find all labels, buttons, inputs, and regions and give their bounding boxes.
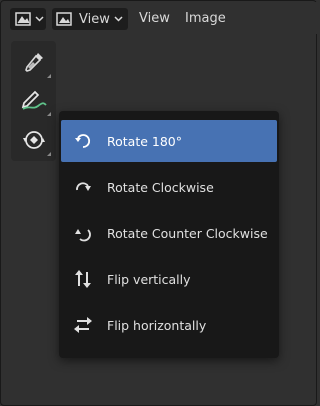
- view-mode-selector[interactable]: View: [52, 8, 128, 30]
- annotate-pencil-icon: [21, 90, 47, 110]
- tool-options-corner-icon: [47, 152, 51, 156]
- rotate-counter-clockwise-icon: [75, 229, 91, 242]
- menu-item-flip-horizontally[interactable]: Flip horizontally: [61, 304, 277, 346]
- chevron-down-icon: [114, 16, 123, 22]
- menu-image[interactable]: Image: [185, 11, 226, 26]
- menu-view[interactable]: View: [139, 11, 170, 26]
- chevron-down-icon: [35, 16, 44, 22]
- menu-item-label: Flip horizontally: [107, 317, 207, 333]
- rotate-flip-menu: Rotate 180° Rotate Clockwise Rotate Coun…: [59, 111, 279, 358]
- tool-transform[interactable]: [13, 121, 54, 159]
- tool-options-corner-icon: [47, 74, 51, 78]
- image-view-icon: [56, 12, 72, 26]
- image-editor-area: View View Image Rotate 180° Rotate Clock…: [0, 0, 317, 406]
- image-editor-icon: [15, 12, 31, 26]
- menu-item-label: Flip vertically: [107, 271, 191, 287]
- flip-horizontal-icon: [74, 317, 92, 333]
- menu-item-label: Rotate 180°: [107, 133, 183, 149]
- menu-item-rotate-180[interactable]: Rotate 180°: [61, 120, 277, 162]
- menu-item-rotate-clockwise[interactable]: Rotate Clockwise: [61, 166, 277, 208]
- view-mode-label: View: [79, 11, 110, 27]
- tool-options-corner-icon: [47, 112, 51, 116]
- menu-item-rotate-counter-clockwise[interactable]: Rotate Counter Clockwise: [61, 212, 277, 254]
- menu-item-flip-vertically[interactable]: Flip vertically: [61, 258, 277, 300]
- tool-annotate[interactable]: [13, 81, 54, 119]
- sample-eyedropper-icon: [24, 53, 43, 72]
- rotate-clockwise-icon: [76, 182, 91, 191]
- tool-sample[interactable]: [13, 43, 54, 81]
- editor-type-selector[interactable]: [10, 8, 46, 30]
- toolbar: [11, 41, 56, 161]
- rotate-180-icon: [75, 134, 91, 148]
- menu-item-label: Rotate Clockwise: [107, 179, 214, 195]
- menu-item-label: Rotate Counter Clockwise: [107, 225, 268, 241]
- editor-header: View View Image: [2, 2, 317, 34]
- transform-icon: [22, 131, 45, 149]
- flip-vertical-icon: [75, 270, 91, 288]
